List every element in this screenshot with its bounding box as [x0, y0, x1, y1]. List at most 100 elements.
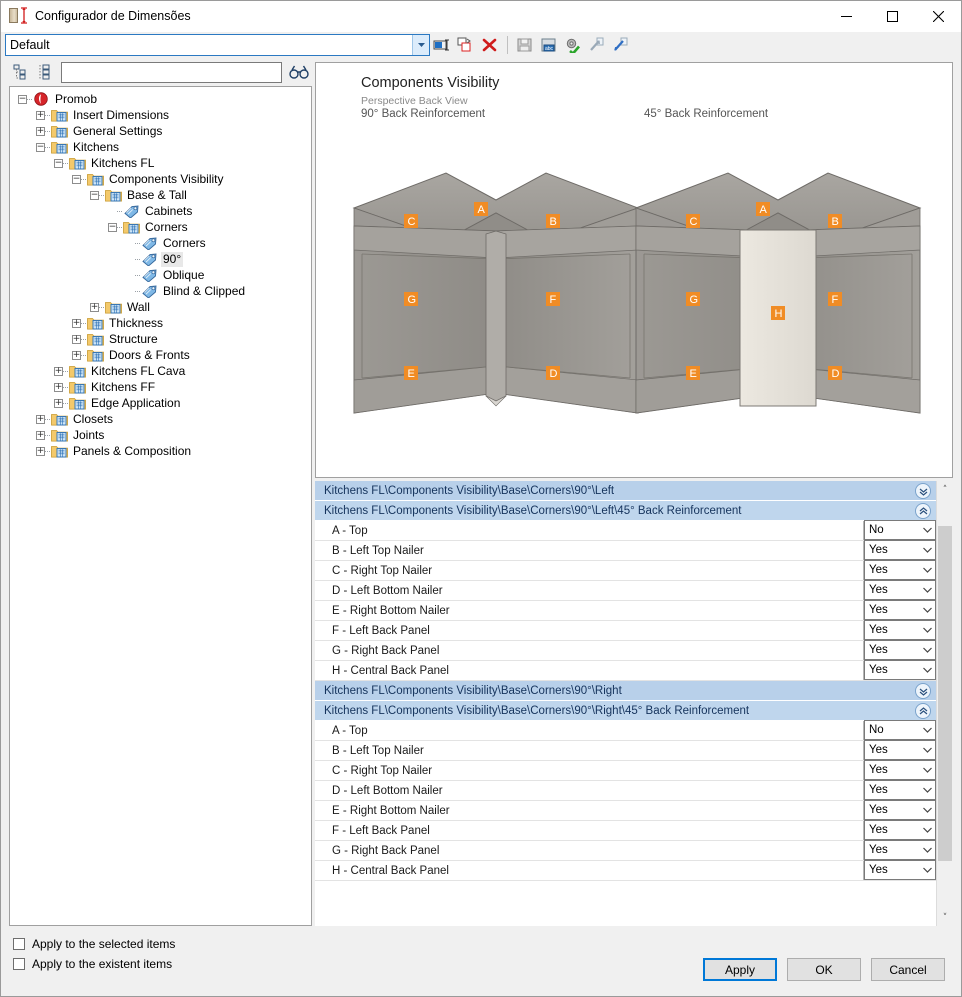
chevron-down-icon[interactable]: [919, 827, 935, 833]
tree-collapse-toggle[interactable]: −: [36, 143, 45, 152]
tree-collapse-toggle[interactable]: −: [108, 223, 117, 232]
apply-selected-checkbox[interactable]: [13, 938, 25, 950]
tree-item-base-tall[interactable]: − Base & Tall: [10, 187, 311, 203]
tree-item-general-settings[interactable]: + General Settings: [10, 123, 311, 139]
scroll-down-button[interactable]: ˅: [937, 909, 953, 926]
tree-item-corners[interactable]: − Corners: [10, 219, 311, 235]
property-value-dropdown[interactable]: Yes: [864, 740, 936, 760]
tree-item-components-visibility[interactable]: − Components Visibility: [10, 171, 311, 187]
tree-item-kitchens-ff[interactable]: + Kitchens FF: [10, 379, 311, 395]
tree-item-90[interactable]: 90°: [10, 251, 311, 267]
property-value-dropdown[interactable]: No: [864, 720, 936, 740]
tree-item-oblique[interactable]: Oblique: [10, 267, 311, 283]
property-value-dropdown[interactable]: Yes: [864, 860, 936, 880]
profile-combobox[interactable]: Default: [5, 34, 430, 56]
delete-icon[interactable]: [478, 33, 502, 57]
chevron-down-icon[interactable]: [919, 567, 935, 573]
chevron-down-icon[interactable]: [919, 587, 935, 593]
property-group-header[interactable]: Kitchens FL\Components Visibility\Base\C…: [315, 481, 936, 501]
property-group-header[interactable]: Kitchens FL\Components Visibility\Base\C…: [315, 701, 936, 721]
export-icon[interactable]: [585, 33, 609, 57]
chevron-down-icon[interactable]: [919, 727, 935, 733]
tree-item-wall[interactable]: + Wall: [10, 299, 311, 315]
tree-item-promob[interactable]: − Promob: [10, 91, 311, 107]
property-value-dropdown[interactable]: Yes: [864, 540, 936, 560]
binoculars-icon[interactable]: [286, 61, 312, 83]
tree-item-doors-fronts[interactable]: + Doors & Fronts: [10, 347, 311, 363]
apply-button[interactable]: Apply: [703, 958, 777, 981]
chevron-down-icon[interactable]: [919, 647, 935, 653]
save-as-icon[interactable]: abc: [537, 33, 561, 57]
tree-collapse-toggle[interactable]: −: [72, 175, 81, 184]
scroll-up-button[interactable]: ˄: [937, 481, 953, 498]
tree-item-blind-clipped[interactable]: Blind & Clipped: [10, 283, 311, 299]
property-value-dropdown[interactable]: No: [864, 520, 936, 540]
tree-item-panels-composition[interactable]: + Panels & Composition: [10, 443, 311, 459]
chevron-down-icon[interactable]: [919, 527, 935, 533]
property-group-header[interactable]: Kitchens FL\Components Visibility\Base\C…: [315, 681, 936, 701]
property-group-header[interactable]: Kitchens FL\Components Visibility\Base\C…: [315, 501, 936, 521]
close-button[interactable]: [915, 1, 961, 32]
apply-settings-icon[interactable]: [561, 33, 585, 57]
tree-item-structure[interactable]: + Structure: [10, 331, 311, 347]
tree-item-cabinets[interactable]: Cabinets: [10, 203, 311, 219]
chevron-down-icon[interactable]: [919, 847, 935, 853]
chevron-down-icon[interactable]: [919, 627, 935, 633]
tree-expand-toggle[interactable]: +: [36, 111, 45, 120]
duplicate-icon[interactable]: [454, 33, 478, 57]
tree-expand-toggle[interactable]: +: [36, 447, 45, 456]
apply-selected-checkbox-row[interactable]: Apply to the selected items: [13, 937, 703, 951]
chevron-down-icon[interactable]: [919, 767, 935, 773]
property-value-dropdown[interactable]: Yes: [864, 640, 936, 660]
ok-button[interactable]: OK: [787, 958, 861, 981]
chevron-down-icon[interactable]: [919, 787, 935, 793]
tree-expand-toggle[interactable]: +: [36, 127, 45, 136]
maximize-button[interactable]: [869, 1, 915, 32]
tree-item-insert-dimensions[interactable]: + Insert Dimensions: [10, 107, 311, 123]
tree-expand-toggle[interactable]: +: [54, 383, 63, 392]
tree-expand-toggle[interactable]: +: [54, 367, 63, 376]
tree-expand-toggle[interactable]: +: [54, 399, 63, 408]
property-value-dropdown[interactable]: Yes: [864, 800, 936, 820]
tree-item-corners[interactable]: Corners: [10, 235, 311, 251]
property-value-dropdown[interactable]: Yes: [864, 820, 936, 840]
properties-scrollbar[interactable]: ˄ ˅: [936, 481, 953, 926]
chevron-down-icon[interactable]: [919, 867, 935, 873]
property-value-dropdown[interactable]: Yes: [864, 560, 936, 580]
property-value-dropdown[interactable]: Yes: [864, 760, 936, 780]
tree-expand-toggle[interactable]: +: [90, 303, 99, 312]
tree-collapse-toggle[interactable]: −: [90, 191, 99, 200]
chevron-up-icon[interactable]: [915, 503, 931, 519]
chevron-down-icon[interactable]: [412, 35, 429, 55]
tree-expand-toggle[interactable]: +: [72, 351, 81, 360]
apply-existent-checkbox[interactable]: [13, 958, 25, 970]
tree-item-thickness[interactable]: + Thickness: [10, 315, 311, 331]
configuration-tree[interactable]: − Promob+ Insert Dimensions+ General Set…: [9, 86, 312, 926]
search-input-wrap[interactable]: [61, 62, 282, 83]
tree-collapse-toggle[interactable]: −: [18, 95, 27, 104]
import-icon[interactable]: [609, 33, 633, 57]
save-icon[interactable]: [513, 33, 537, 57]
tree-expand-toggle[interactable]: +: [36, 431, 45, 440]
search-input[interactable]: [62, 63, 281, 82]
collapse-all-icon[interactable]: [33, 61, 57, 83]
tree-collapse-toggle[interactable]: −: [54, 159, 63, 168]
cancel-button[interactable]: Cancel: [871, 958, 945, 981]
property-value-dropdown[interactable]: Yes: [864, 780, 936, 800]
rename-icon[interactable]: [430, 33, 454, 57]
tree-item-edge-application[interactable]: + Edge Application: [10, 395, 311, 411]
tree-item-kitchens-fl-cava[interactable]: + Kitchens FL Cava: [10, 363, 311, 379]
scrollbar-thumb[interactable]: [938, 526, 952, 861]
tree-item-closets[interactable]: + Closets: [10, 411, 311, 427]
property-value-dropdown[interactable]: Yes: [864, 600, 936, 620]
tree-item-joints[interactable]: + Joints: [10, 427, 311, 443]
expand-all-icon[interactable]: [9, 61, 33, 83]
property-value-dropdown[interactable]: Yes: [864, 840, 936, 860]
chevron-down-icon[interactable]: [919, 747, 935, 753]
apply-existent-checkbox-row[interactable]: Apply to the existent items: [13, 957, 703, 971]
chevron-down-icon[interactable]: [919, 607, 935, 613]
property-value-dropdown[interactable]: Yes: [864, 580, 936, 600]
tree-item-kitchens[interactable]: − Kitchens: [10, 139, 311, 155]
property-value-dropdown[interactable]: Yes: [864, 620, 936, 640]
tree-item-kitchens-fl[interactable]: − Kitchens FL: [10, 155, 311, 171]
